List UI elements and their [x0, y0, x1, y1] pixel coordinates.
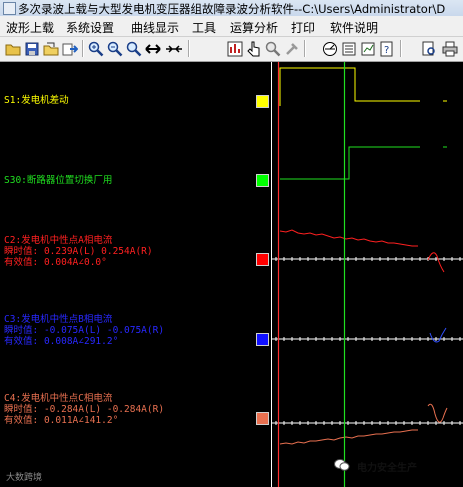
toolbar-separator [400, 40, 402, 57]
open-folder-icon[interactable] [4, 40, 21, 57]
menu-print[interactable]: 打印 [291, 19, 315, 36]
zoom-icon[interactable] [125, 40, 142, 57]
channel-s30-color-box[interactable] [256, 174, 269, 187]
title-bar: 多次录波上载与大型发电机变压器组故障录波分析软件--C:\Users\Admin… [0, 0, 463, 17]
channel-c3-name: C3:发电机中性点B相电流 [4, 314, 113, 325]
channel-c3-color-box[interactable] [256, 333, 269, 346]
print-icon[interactable] [441, 40, 458, 57]
export-icon[interactable] [61, 40, 78, 57]
channel-s1-color-box[interactable] [256, 95, 269, 108]
watermark-left: 大数跨境 [6, 473, 43, 483]
c4-trace [279, 429, 418, 445]
menu-tools[interactable]: 工具 [192, 19, 216, 36]
channel-s30-name: S30:断路器位置切换厂用 [4, 175, 113, 186]
wechat-icon [334, 459, 350, 471]
toolbar-separator [188, 40, 190, 57]
compress-horizontal-icon[interactable] [165, 40, 182, 57]
channel-s30-label: S30:断路器位置切换厂用 [4, 175, 112, 186]
settings-icon[interactable] [283, 40, 300, 57]
baseline-ticks [275, 257, 461, 425]
report-icon[interactable] [226, 40, 243, 57]
magnifier-icon[interactable] [264, 40, 281, 57]
toolbar: ? [0, 37, 463, 62]
channel-c2-color-box[interactable] [256, 253, 269, 266]
open-file-icon[interactable] [42, 40, 59, 57]
window-title: 多次录波上载与大型发电机变压器组故障录波分析软件--C:\Users\Admin… [18, 2, 446, 16]
channel-c3-label: C3:发电机中性点B相电流 瞬时值: -0.075A(L) -0.075A(R)… [4, 314, 164, 347]
print-preview-icon[interactable] [420, 40, 437, 57]
c2-trace [279, 229, 418, 247]
menu-system-settings[interactable]: 系统设置 [66, 19, 114, 36]
toolbar-separator [82, 40, 84, 57]
s30-trace [280, 146, 420, 180]
menu-analysis[interactable]: 运算分析 [230, 19, 278, 36]
s1-trace [279, 67, 420, 106]
cursor-hand-icon[interactable] [245, 40, 262, 57]
channel-c4-color-box[interactable] [256, 412, 269, 425]
channel-c3-instant: 瞬时值: -0.075A(L) -0.075A(R) [4, 325, 165, 336]
menu-bar: 波形上载 系统设置 曲线显示 工具 运算分析 打印 软件说明 [0, 16, 463, 37]
channel-c2-name: C2:发电机中性点A相电流 [4, 235, 113, 246]
menu-curve-display[interactable]: 曲线显示 [131, 19, 179, 36]
channel-c4-label: C4:发电机中性点C相电流 瞬时值: -0.284A(L) -0.284A(R)… [4, 393, 164, 426]
channel-c2-rms: 有效值: 0.004A∠0.0° [4, 257, 107, 268]
channel-c2-instant: 瞬时值: 0.239A(L) 0.254A(R) [4, 246, 153, 257]
c4-sine [427, 403, 448, 423]
channel-c4-name: C4:发电机中性点C相电流 [4, 393, 113, 404]
menu-waveform-upload[interactable]: 波形上载 [6, 19, 54, 36]
zoom-out-icon[interactable] [106, 40, 123, 57]
menu-about[interactable]: 软件说明 [330, 19, 378, 36]
svg-text:?: ? [384, 45, 389, 56]
c2-sine [427, 252, 445, 273]
channel-c2-label: C2:发电机中性点A相电流 瞬时值: 0.239A(L) 0.254A(R) 有… [4, 235, 153, 268]
waveform-area[interactable]: S1:发电机差动 S30:断路器位置切换厂用 C2:发电机中性点A相电流 瞬时值… [0, 62, 463, 487]
channel-c4-instant: 瞬时值: -0.284A(L) -0.284A(R) [4, 404, 165, 415]
chart-icon[interactable] [359, 40, 376, 57]
channel-c4-rms: 有效值: 0.011A∠141.2° [4, 415, 119, 426]
channel-s1-name: S1:发电机差动 [4, 95, 69, 106]
app-icon [3, 2, 16, 15]
list-icon[interactable] [340, 40, 357, 57]
save-icon[interactable] [23, 40, 40, 57]
channel-s1-label: S1:发电机差动 [4, 95, 69, 106]
help-icon[interactable]: ? [378, 40, 395, 57]
zoom-in-icon[interactable] [87, 40, 104, 57]
channel-c3-rms: 有效值: 0.008A∠291.2° [4, 336, 119, 347]
expand-horizontal-icon[interactable] [144, 40, 161, 57]
toolbar-separator [304, 40, 306, 57]
vector-icon[interactable] [321, 40, 338, 57]
watermark-right: 电力安全生产 [357, 463, 417, 474]
